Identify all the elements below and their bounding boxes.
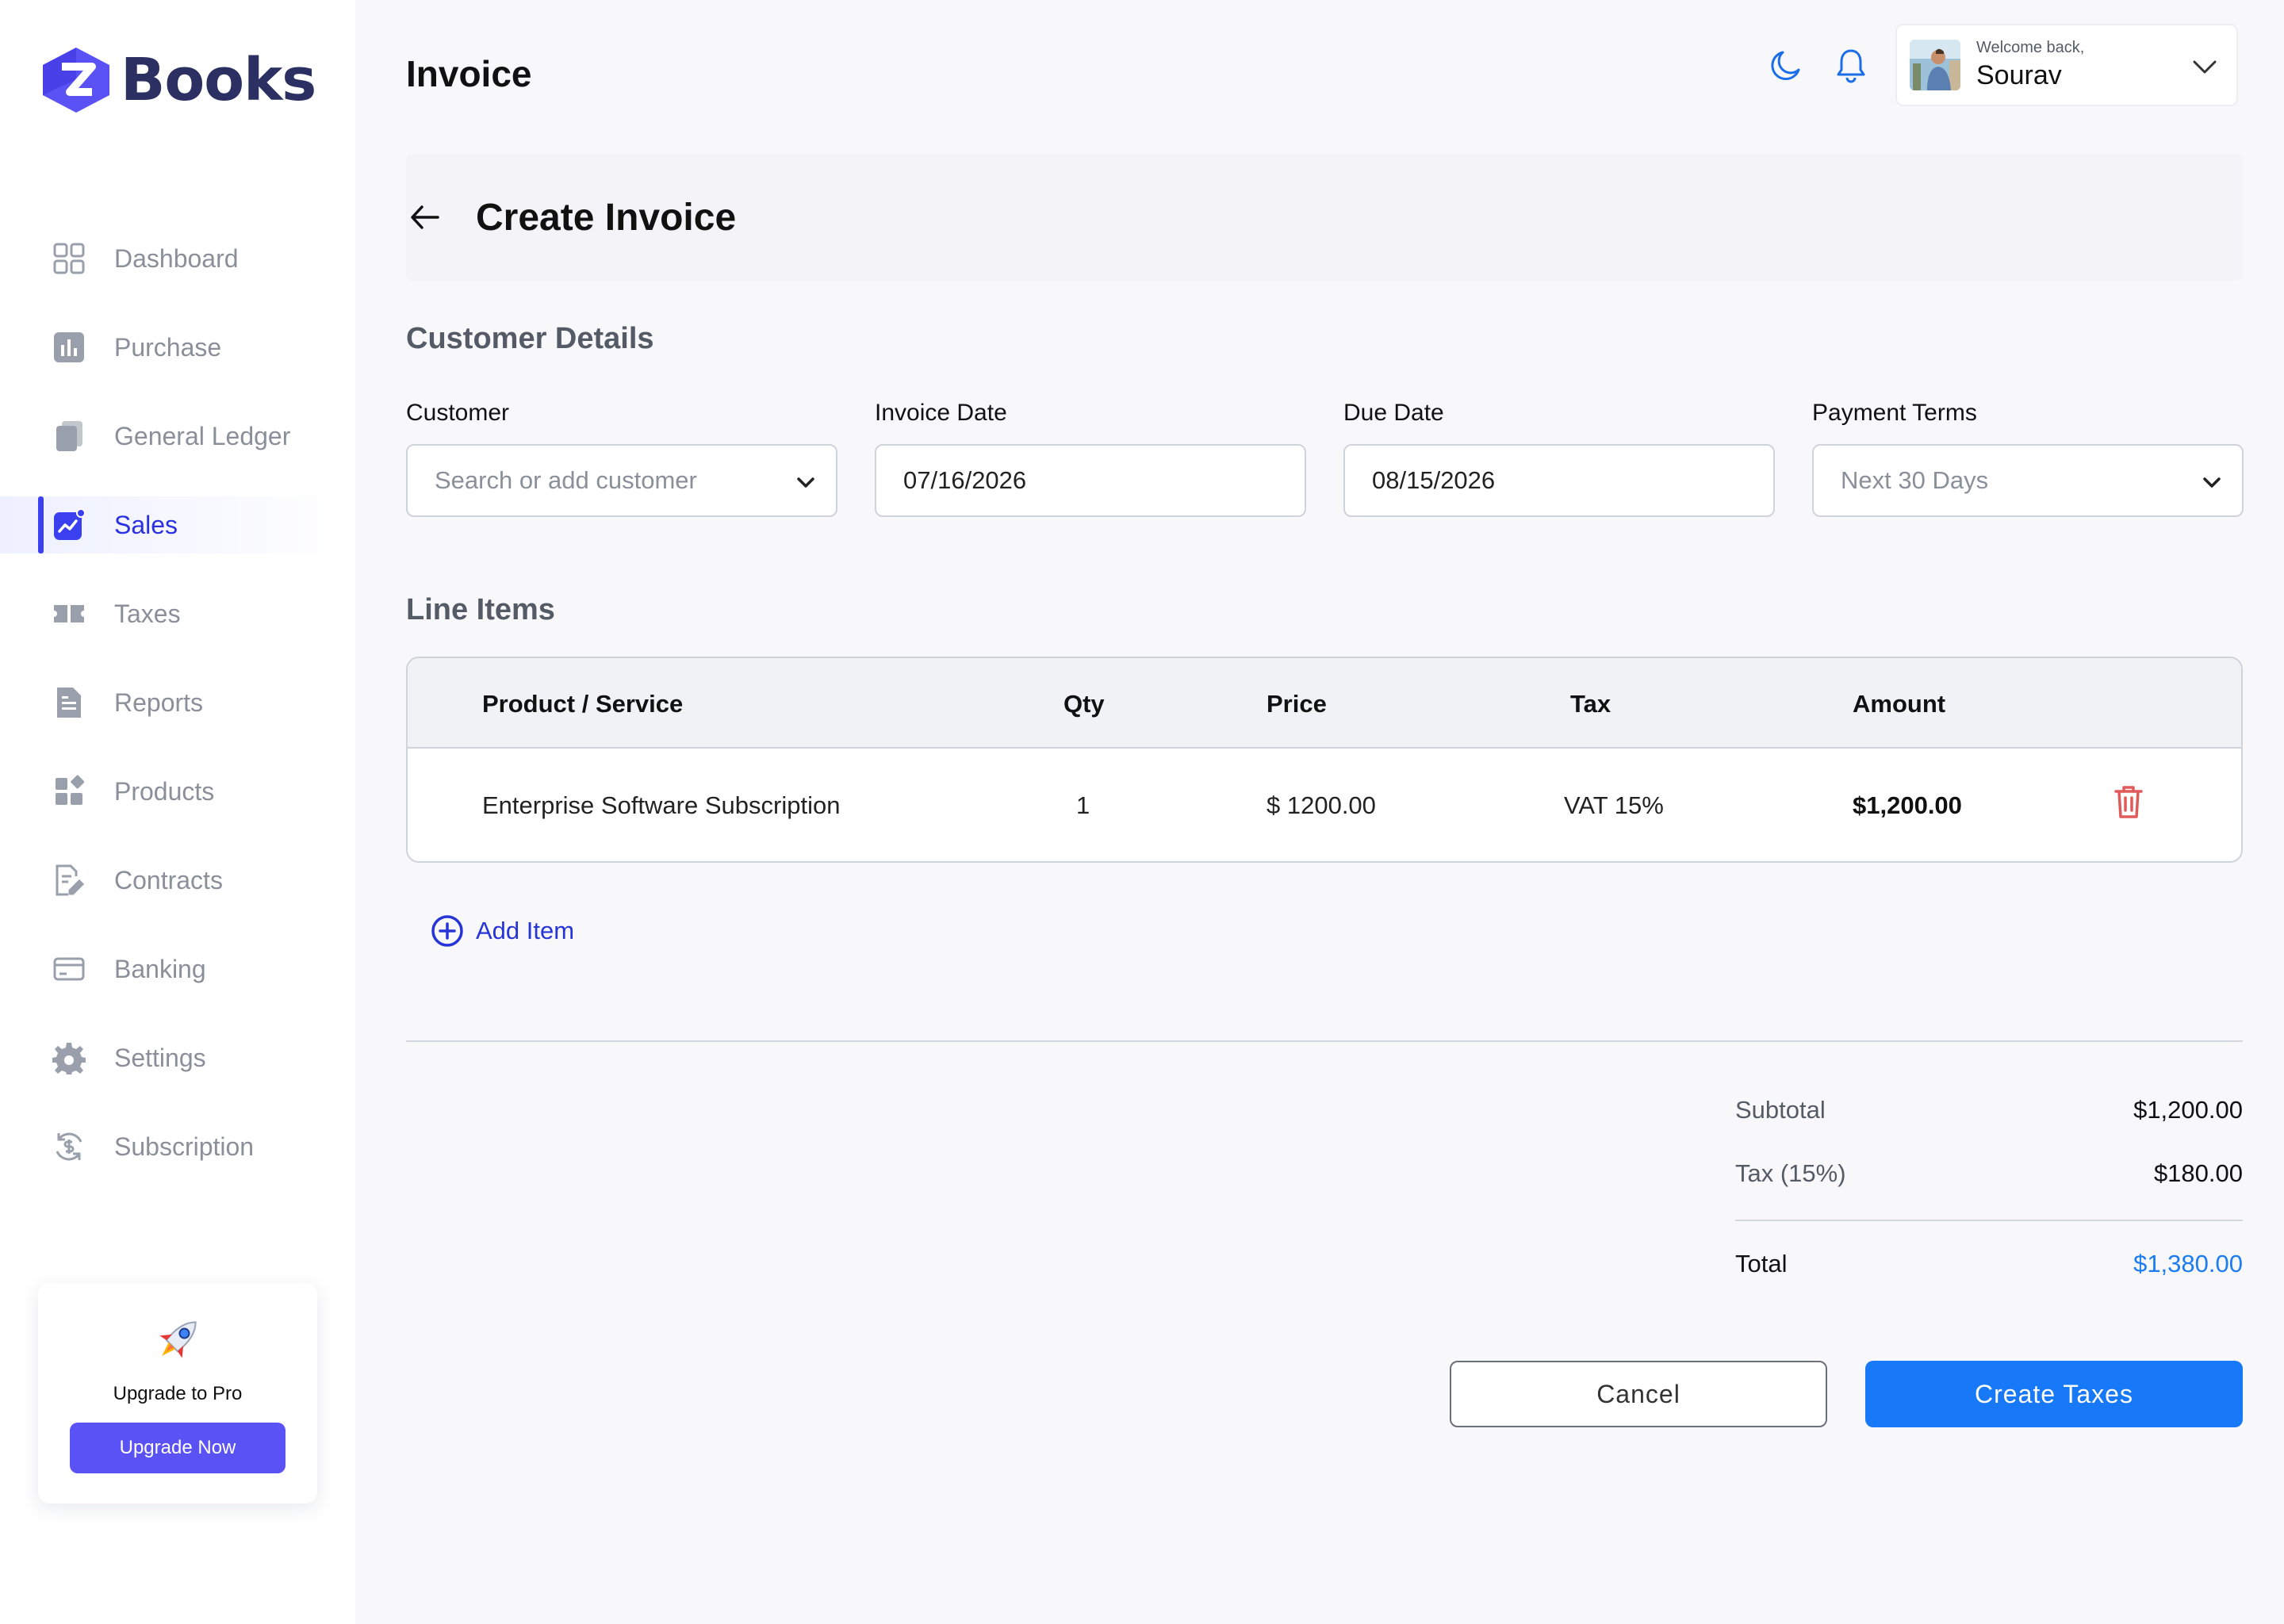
sidebar-item-label: General Ledger	[114, 421, 291, 450]
bell-icon[interactable]	[1832, 46, 1870, 84]
sub-title: Create Invoice	[476, 196, 737, 239]
add-item-label: Add Item	[476, 917, 575, 944]
total-label: Total	[1735, 1250, 1788, 1277]
sidebar-item-label: Taxes	[114, 599, 181, 628]
sidebar-item-label: Reports	[114, 688, 204, 717]
sidebar-item-taxes[interactable]: Taxes	[0, 585, 355, 642]
invoice-date-field[interactable]: 07/16/2026	[875, 444, 1306, 517]
arrow-left-icon[interactable]	[406, 198, 444, 236]
rocket-icon	[159, 1321, 197, 1358]
sidebar-item-label: Banking	[114, 954, 206, 983]
sidebar-item-purchase[interactable]: Purchase	[0, 319, 355, 376]
sidebar-nav: Dashboard Purchase General Ledger Sales …	[0, 230, 355, 1207]
due-date-label: Due Date	[1343, 400, 1444, 426]
sidebar-item-label: Purchase	[114, 332, 222, 362]
brand-logo[interactable]: Books	[38, 46, 316, 114]
sidebar-item-general-ledger[interactable]: General Ledger	[0, 408, 355, 465]
row-amount: $1,200.00	[1853, 791, 1962, 819]
page-title: Invoice	[406, 53, 532, 94]
grid-icon	[52, 242, 86, 275]
column-product: Product / Service	[482, 690, 684, 718]
invoice-date-value: 07/16/2026	[903, 466, 1027, 494]
customer-select[interactable]: Search or add customer	[406, 444, 837, 517]
sidebar-item-settings[interactable]: Settings	[0, 1029, 355, 1086]
sidebar-item-contracts[interactable]: Contracts	[0, 852, 355, 909]
column-qty: Qty	[1063, 690, 1105, 718]
upgrade-now-button[interactable]: Upgrade Now	[70, 1423, 286, 1473]
column-tax: Tax	[1570, 690, 1611, 718]
chevron-down-icon	[2203, 477, 2221, 488]
row-price[interactable]: $ 1200.00	[1267, 791, 1376, 820]
invoice-date-label: Invoice Date	[875, 400, 1007, 426]
table-header: Product / Service Qty Price Tax Amount	[408, 658, 2241, 749]
line-items-title: Line Items	[406, 593, 555, 626]
payment-terms-select[interactable]: Next 30 Days	[1812, 444, 2244, 517]
summary-divider	[1735, 1220, 2243, 1221]
row-tax[interactable]: VAT 15%	[1564, 791, 1664, 820]
document-icon	[52, 686, 86, 719]
plus-circle-icon	[431, 915, 463, 947]
sidebar-item-label: Contracts	[114, 865, 223, 894]
due-date-field[interactable]: 08/15/2026	[1343, 444, 1775, 517]
bar-chart-icon	[52, 331, 86, 364]
upgrade-title: Upgrade to Pro	[113, 1383, 243, 1404]
tax-label: Tax (15%)	[1735, 1159, 1846, 1187]
user-menu[interactable]: Welcome back, Sourav	[1895, 24, 2238, 106]
sidebar-item-sales[interactable]: Sales	[0, 496, 355, 553]
subtotal-value: $1,200.00	[2133, 1096, 2243, 1124]
welcome-text: Welcome back,	[1976, 39, 2085, 56]
sidebar-item-products[interactable]: Products	[0, 763, 355, 820]
copy-icon	[52, 419, 86, 453]
column-amount: Amount	[1853, 690, 1946, 718]
sidebar-item-label: Sales	[114, 510, 178, 539]
sidebar-item-banking[interactable]: Banking	[0, 940, 355, 998]
column-price: Price	[1267, 690, 1327, 718]
gear-icon	[52, 1041, 86, 1074]
chevron-down-icon	[797, 477, 814, 488]
dollar-refresh-icon	[52, 1130, 86, 1163]
table-row: Enterprise Software Subscription 1 $ 120…	[408, 749, 2241, 861]
upgrade-card: Upgrade to Pro Upgrade Now	[38, 1283, 317, 1503]
create-taxes-button[interactable]: Create Taxes	[1865, 1361, 2243, 1427]
tax-value: $180.00	[2153, 1159, 2243, 1187]
moon-icon[interactable]	[1769, 48, 1803, 82]
sidebar-item-subscription[interactable]: Subscription	[0, 1118, 355, 1175]
divider	[406, 1040, 2243, 1042]
line-items-table: Product / Service Qty Price Tax Amount E…	[406, 657, 2243, 863]
add-item-button[interactable]: Add Item	[430, 914, 574, 948]
cancel-button[interactable]: Cancel	[1450, 1361, 1827, 1427]
customer-placeholder: Search or add customer	[435, 466, 697, 494]
brand-name: Books	[121, 46, 316, 114]
sidebar-item-label: Subscription	[114, 1132, 255, 1161]
widgets-icon	[52, 775, 86, 808]
trash-icon[interactable]	[2113, 783, 2144, 820]
customer-label: Customer	[406, 400, 510, 426]
sidebar-item-label: Dashboard	[114, 243, 239, 273]
books-logo-icon	[43, 48, 109, 113]
payment-terms-value: Next 30 Days	[1841, 466, 1989, 494]
ticket-icon	[52, 597, 86, 630]
user-name: Sourav	[1976, 60, 2062, 90]
contract-edit-icon	[52, 864, 86, 897]
total-value: $1,380.00	[2133, 1250, 2243, 1277]
payment-terms-label: Payment Terms	[1812, 400, 1977, 426]
sidebar-item-reports[interactable]: Reports	[0, 674, 355, 731]
credit-card-icon	[52, 952, 86, 986]
sidebar-item-label: Settings	[114, 1043, 206, 1072]
sidebar-item-dashboard[interactable]: Dashboard	[0, 230, 355, 287]
trend-chart-icon	[52, 508, 86, 542]
sidebar-item-label: Products	[114, 776, 215, 806]
due-date-value: 08/15/2026	[1372, 466, 1496, 494]
chevron-down-icon	[2193, 60, 2217, 74]
subtotal-label: Subtotal	[1735, 1096, 1826, 1124]
row-product[interactable]: Enterprise Software Subscription	[482, 791, 840, 820]
user-text: Welcome back, Sourav	[1976, 39, 2084, 91]
sidebar: Books Dashboard Purchase General Ledger …	[0, 0, 355, 1624]
row-qty[interactable]: 1	[1076, 791, 1090, 820]
create-invoice-header: Create Invoice	[406, 154, 2243, 281]
avatar	[1910, 40, 1960, 90]
customer-details-title: Customer Details	[406, 322, 654, 355]
